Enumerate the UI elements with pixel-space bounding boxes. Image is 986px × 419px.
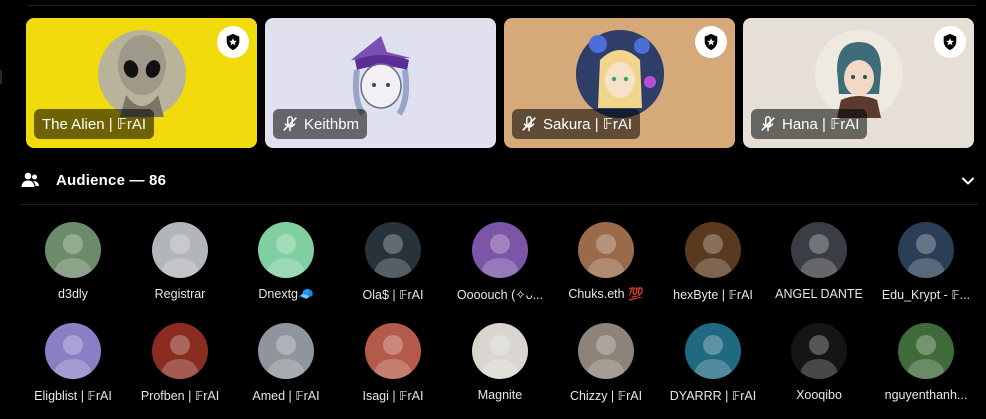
member-name: Isagi | 𝔽rAI <box>362 389 424 403</box>
mic-off-icon <box>761 116 775 132</box>
audience-member[interactable]: d3dly <box>20 222 126 301</box>
audience-member[interactable]: nguyenthanh... <box>873 323 979 402</box>
member-name: Amed | 𝔽rAI <box>252 389 320 403</box>
avatar <box>685 323 741 379</box>
top-divider <box>27 5 977 6</box>
speaker-name-pill: Sakura | 𝔽rAI <box>512 109 641 139</box>
avatar <box>578 222 634 278</box>
audience-member[interactable]: Chizzy | 𝔽rAI <box>553 323 659 403</box>
mic-off-icon <box>283 116 297 132</box>
audience-member[interactable]: Profben | 𝔽rAI <box>127 323 233 403</box>
speaker-avatar <box>97 30 186 118</box>
member-name: Magnite <box>477 388 523 402</box>
avatar <box>258 323 314 379</box>
audience-member[interactable]: Ola$ | 𝔽rAI <box>340 222 446 302</box>
avatar <box>45 323 101 379</box>
member-name: hexByte | 𝔽rAI <box>673 288 753 302</box>
audience-member[interactable]: Magnite <box>447 323 553 402</box>
audience-member[interactable]: DYARRR | 𝔽rAI <box>660 323 766 403</box>
audience-member[interactable]: Amed | 𝔽rAI <box>233 323 339 403</box>
audience-member[interactable]: Dnextg🧢 <box>233 222 339 302</box>
edge-mark <box>0 70 2 84</box>
shield-star-icon <box>226 33 240 51</box>
avatar <box>898 323 954 379</box>
member-name: Oooouch (✧ᴗ... <box>456 288 544 302</box>
avatar <box>578 323 634 379</box>
speaker-name: The Alien | 𝔽rAI <box>42 116 147 133</box>
member-name: Ola$ | 𝔽rAI <box>362 288 424 302</box>
speaker-card[interactable]: Keithbm <box>265 18 496 148</box>
member-name: Chizzy | 𝔽rAI <box>569 389 643 403</box>
audience-member[interactable]: Eligblist | 𝔽rAI <box>20 323 126 403</box>
avatar <box>791 323 847 379</box>
speaker-avatar <box>575 30 664 118</box>
audience-divider <box>20 204 978 205</box>
member-name: ANGEL DANTE <box>775 287 863 301</box>
member-name: nguyenthanh... <box>884 388 968 402</box>
speaker-name: Sakura | 𝔽rAI <box>543 116 633 133</box>
member-name: Registrar <box>154 287 206 301</box>
people-icon <box>21 172 39 187</box>
moderator-badge <box>695 26 727 58</box>
avatar <box>365 323 421 379</box>
member-name: Edu_Krypt - 𝔽... <box>881 288 971 302</box>
member-name: Chuks.eth 💯 <box>568 287 644 301</box>
shield-star-icon <box>943 33 957 51</box>
moderator-badge <box>217 26 249 58</box>
audience-member[interactable]: hexByte | 𝔽rAI <box>660 222 766 302</box>
audience-member[interactable]: ANGEL DANTE <box>766 222 872 301</box>
audience-member[interactable]: Registrar <box>127 222 233 301</box>
member-name: Xooqibo <box>796 388 842 402</box>
speaker-card[interactable]: Sakura | 𝔽rAI <box>504 18 735 148</box>
shield-star-icon <box>704 33 718 51</box>
avatar <box>152 323 208 379</box>
speaker-avatar <box>336 30 425 118</box>
speaker-avatar <box>814 30 903 118</box>
speaker-grid: The Alien | 𝔽rAI Keithbm Sakura | 𝔽rAI H… <box>26 18 978 148</box>
speaker-name: Hana | 𝔽rAI <box>782 116 860 133</box>
member-name: Profben | 𝔽rAI <box>140 389 220 403</box>
avatar <box>791 222 847 278</box>
avatar <box>472 323 528 379</box>
member-name: d3dly <box>58 287 88 301</box>
speaker-name: Keithbm <box>304 115 360 133</box>
audience-member[interactable]: Chuks.eth 💯 <box>553 222 659 302</box>
audience-member[interactable]: Xooqibo <box>766 323 872 402</box>
avatar <box>152 222 208 278</box>
avatar <box>685 222 741 278</box>
audience-title: Audience — 86 <box>56 172 167 189</box>
member-name: Dnextg🧢 <box>258 287 314 301</box>
avatar <box>365 222 421 278</box>
member-name: Eligblist | 𝔽rAI <box>34 389 112 403</box>
speaker-name-pill: Keithbm <box>273 109 368 139</box>
avatar <box>258 222 314 278</box>
audience-header[interactable]: Audience — 86 <box>20 166 980 196</box>
member-name: DYARRR | 𝔽rAI <box>669 389 757 403</box>
audience-member[interactable]: Oooouch (✧ᴗ... <box>447 222 553 302</box>
avatar <box>472 222 528 278</box>
audience-member[interactable]: Edu_Krypt - 𝔽... <box>873 222 979 302</box>
avatar <box>898 222 954 278</box>
speaker-name-pill: The Alien | 𝔽rAI <box>34 109 155 139</box>
speaker-card[interactable]: Hana | 𝔽rAI <box>743 18 974 148</box>
mic-off-icon <box>522 116 536 132</box>
chevron-down-icon[interactable] <box>960 173 976 189</box>
moderator-badge <box>934 26 966 58</box>
avatar <box>45 222 101 278</box>
audience-member[interactable]: Isagi | 𝔽rAI <box>340 323 446 403</box>
speaker-name-pill: Hana | 𝔽rAI <box>751 109 868 139</box>
speaker-card[interactable]: The Alien | 𝔽rAI <box>26 18 257 148</box>
